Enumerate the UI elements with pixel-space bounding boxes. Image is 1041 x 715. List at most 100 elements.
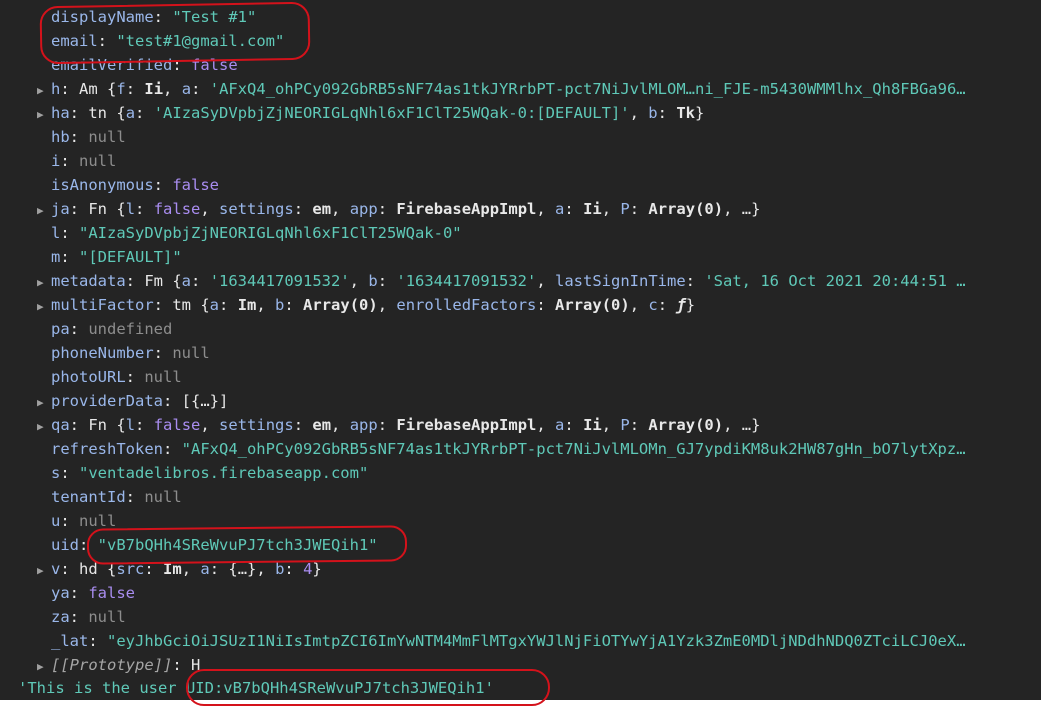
prop-key: ya	[51, 584, 70, 602]
expand-triangle-icon[interactable]: ▶	[37, 415, 51, 437]
prop-s: s: "ventadelibros.firebaseapp.com"	[51, 464, 369, 482]
prop-key: uid	[51, 536, 79, 554]
expand-triangle-icon[interactable]: ▶	[37, 391, 51, 413]
prop-ya: ya: false	[51, 584, 136, 602]
prop-type: Fm	[144, 272, 163, 290]
prop-settings: em	[312, 416, 332, 434]
prop-type: tm	[172, 296, 191, 314]
prop-type: Fn	[88, 416, 108, 434]
prop-enrolled-key: enrolledFactors	[396, 296, 537, 314]
prop-b: Array(0)	[303, 296, 378, 314]
prop-key: za	[51, 608, 70, 626]
prop-value: [{…}]	[181, 392, 229, 410]
prop-enrolled: Array(0)	[555, 296, 630, 314]
prop-refresh-token: refreshToken: "AFxQ4_ohPCy092GbRB5sNF74a…	[51, 440, 966, 458]
annotation-circle-log-uid	[186, 669, 550, 706]
prop-key: metadata	[51, 272, 126, 290]
annotation-circle-name-email	[39, 1, 311, 65]
devtools-console: displayName: "Test #1" email: "test#1@gm…	[0, 0, 1041, 700]
prop-value: "AIzaSyDVpbjZjNEORIGLqNhl6xF1ClT25WQak-0…	[79, 224, 462, 242]
prop-key: tenantId	[51, 488, 126, 506]
prop-value: "eyJhbGciOiJSUzI1NiIsImtpZCI6ImYwNTM4MmF…	[107, 632, 966, 650]
prop-key: [[Prototype]]	[51, 656, 173, 674]
prop-key: phoneNumber	[51, 344, 154, 362]
expand-triangle-icon[interactable]: ▶	[37, 103, 51, 125]
prop-is-anonymous: isAnonymous: false	[51, 176, 219, 194]
prop-key: _lat	[51, 632, 89, 650]
prop-phone-number: phoneNumber: null	[51, 344, 210, 362]
prop-h[interactable]: ▶ h: Am {f: Ii, a: 'AFxQ4_ohPCy092GbRB5sN…	[0, 77, 1041, 101]
prop-value: "AFxQ4_ohPCy092GbRB5sNF74as1tkJYRrbPT-pc…	[181, 440, 966, 458]
prop-type: tn	[88, 104, 108, 122]
function-icon: ƒ	[676, 296, 686, 314]
prop-f: Ii	[144, 80, 164, 98]
prop-tenant-id: tenantId: null	[51, 488, 182, 506]
prop-key: photoURL	[51, 368, 126, 386]
prop-key: pa	[51, 320, 70, 338]
prop-last-sign-in-key: lastSignInTime	[555, 272, 686, 290]
prop-value: false	[88, 584, 136, 602]
prop-a: '1634417091532'	[209, 272, 350, 290]
expand-triangle-icon[interactable]: ▶	[37, 295, 51, 317]
prop-l: false	[153, 416, 201, 434]
prop-b: '1634417091532'	[396, 272, 537, 290]
prop-value: false	[172, 176, 219, 194]
prop-ha[interactable]: ▶ ha: tn {a: 'AIzaSyDVpbjZjNEORIGLqNhl6xF…	[0, 101, 1041, 125]
prop-key: i	[51, 152, 61, 170]
prop-value: null	[144, 488, 182, 506]
prop-value: "[DEFAULT]"	[79, 248, 182, 266]
prop-pa: pa: undefined	[51, 320, 173, 338]
prop-p: Array(0)	[648, 416, 724, 434]
prop-a: 'AIzaSyDVpbjZjNEORIGLqNhl6xF1ClT25WQak-0…	[153, 104, 630, 122]
prop-key: hb	[51, 128, 70, 146]
prop-app: FirebaseAppImpl	[396, 416, 537, 434]
prop-m: m: "[DEFAULT]"	[51, 248, 182, 266]
prop-hb: hb: null	[51, 128, 126, 146]
prop-l: false	[153, 200, 201, 218]
prop-value: null	[144, 368, 182, 386]
prop-key: s	[51, 464, 61, 482]
prop-metadata[interactable]: ▶ metadata: Fm {a: '1634417091532', b: '1…	[0, 269, 1041, 293]
expand-triangle-icon[interactable]: ▶	[37, 271, 51, 293]
prop-ja[interactable]: ▶ ja: Fn {l: false, settings: em, app: Fi…	[0, 197, 1041, 221]
prop-key: u	[51, 512, 61, 530]
prop-a: 'AFxQ4_ohPCy092GbRB5sNF74as1tkJYRrbPT-pc…	[209, 80, 966, 98]
prop-a: Ii	[583, 200, 602, 218]
prop-key: ha	[51, 104, 70, 122]
prop-a: Ii	[583, 416, 602, 434]
prop-l: l: "AIzaSyDVpbjZjNEORIGLqNhl6xF1ClT25WQa…	[51, 224, 462, 242]
prop-value: null	[172, 344, 210, 362]
prop-type: Am	[79, 80, 98, 98]
prop-value: null	[79, 152, 117, 170]
prop-key: qa	[51, 416, 70, 434]
expand-triangle-icon[interactable]: ▶	[37, 199, 51, 221]
prop-provider-data[interactable]: ▶ providerData: [{…}]	[0, 389, 1041, 413]
prop-last-sign-in: 'Sat, 16 Oct 2021 20:44:51 …	[704, 272, 966, 290]
prop-key: multiFactor	[51, 296, 154, 314]
prop-app: FirebaseAppImpl	[396, 200, 537, 218]
prop-key: isAnonymous	[51, 176, 154, 194]
prop-value: undefined	[88, 320, 173, 338]
prop-photo-url: photoURL: null	[51, 368, 182, 386]
prop-multi-factor[interactable]: ▶ multiFactor: tm {a: Im, b: Array(0), en…	[0, 293, 1041, 317]
prop-b: Tk	[676, 104, 695, 122]
expand-triangle-icon[interactable]: ▶	[37, 655, 51, 677]
expand-triangle-icon[interactable]: ▶	[37, 559, 51, 581]
prop-key: refreshToken	[51, 440, 163, 458]
expand-triangle-icon[interactable]: ▶	[37, 79, 51, 101]
prop-a: Im	[237, 296, 257, 314]
prop-lat: _lat: "eyJhbGciOiJSUzI1NiIsImtpZCI6ImYwN…	[51, 632, 966, 650]
prop-key: providerData	[51, 392, 163, 410]
prop-value: "ventadelibros.firebaseapp.com"	[79, 464, 369, 482]
prop-za: za: null	[51, 608, 126, 626]
prop-value: null	[88, 128, 126, 146]
prop-qa[interactable]: ▶ qa: Fn {l: false, settings: em, app: Fi…	[0, 413, 1041, 437]
prop-value: null	[79, 512, 117, 530]
prop-key: m	[51, 248, 61, 266]
prop-key: v	[51, 560, 61, 578]
prop-settings: em	[312, 200, 332, 218]
prop-p: Array(0)	[648, 200, 724, 218]
prop-value: null	[88, 608, 126, 626]
prop-key: h	[51, 80, 61, 98]
prop-key: ja	[51, 200, 70, 218]
